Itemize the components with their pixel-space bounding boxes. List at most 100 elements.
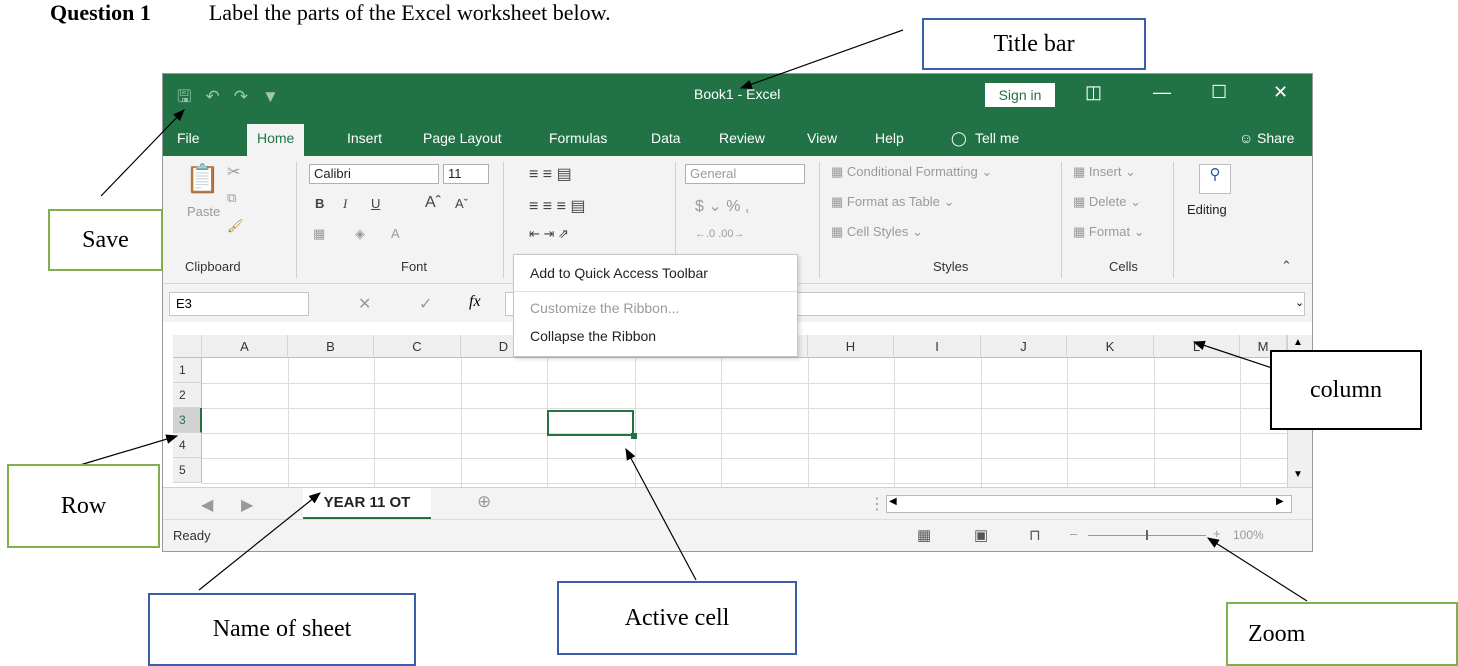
grid-line <box>1067 358 1068 487</box>
scroll-up-icon[interactable]: ▲ <box>1293 337 1303 348</box>
sheet-tab[interactable]: YEAR 11 OT <box>303 488 431 520</box>
page-layout-view-icon[interactable]: ▣ <box>974 526 988 544</box>
tab-page-layout[interactable]: Page Layout <box>423 130 502 146</box>
sign-in-button[interactable]: Sign in <box>985 83 1055 107</box>
horizontal-scrollbar[interactable] <box>886 495 1292 513</box>
tab-formulas[interactable]: Formulas <box>549 130 607 146</box>
menu-item-add-to-qat[interactable]: Add to Quick Access Toolbar <box>530 265 708 281</box>
insert-function-icon[interactable]: fx <box>469 293 481 311</box>
save-icon[interactable]: 🖫 <box>177 87 205 106</box>
indent-icon[interactable]: ⇤ ⇥ ⇗ <box>529 226 569 242</box>
currency-icon[interactable]: $ ⌄ % , <box>695 196 749 216</box>
cell-styles-button[interactable]: ▦ Cell Styles ⌄ <box>831 224 923 240</box>
prev-sheet-icon[interactable]: ◀ <box>201 495 213 515</box>
tab-insert[interactable]: Insert <box>347 130 382 146</box>
scroll-down-icon[interactable]: ▼ <box>1293 469 1303 480</box>
column-header-k[interactable]: K <box>1067 335 1154 358</box>
row-header-4[interactable]: 4 <box>173 433 202 458</box>
normal-view-icon[interactable]: ▦ <box>917 526 931 544</box>
collapse-ribbon-icon[interactable]: ⌃ <box>1281 258 1292 274</box>
column-header-l[interactable]: L <box>1154 335 1240 358</box>
maximize-icon[interactable]: ☐ <box>1211 82 1227 103</box>
column-header-i[interactable]: I <box>894 335 981 358</box>
fill-color-icon[interactable]: ◈ <box>355 226 365 242</box>
paste-icon[interactable]: 📋 <box>185 162 220 195</box>
row-header-3[interactable]: 3 <box>173 408 202 433</box>
undo-icon[interactable]: ↶ <box>205 87 233 106</box>
tab-file[interactable]: File <box>177 130 200 146</box>
italic-icon[interactable]: I <box>343 196 347 212</box>
copy-icon[interactable]: ⧉ <box>227 190 236 206</box>
cut-icon[interactable]: ✂ <box>227 162 240 182</box>
column-header-b[interactable]: B <box>288 335 374 358</box>
zoom-in-icon[interactable]: + <box>1213 526 1221 541</box>
row-header-2[interactable]: 2 <box>173 383 202 408</box>
number-format-select[interactable]: General <box>685 164 805 184</box>
ribbon-display-icon[interactable]: ◫ <box>1085 82 1102 103</box>
customize-qat-icon[interactable]: ▼ <box>262 87 293 106</box>
tab-home[interactable]: Home <box>247 124 305 156</box>
minimize-icon[interactable]: — <box>1153 82 1171 103</box>
menu-item-collapse-ribbon[interactable]: Collapse the Ribbon <box>530 328 656 344</box>
expand-formula-icon[interactable]: ⌄ <box>1295 296 1304 309</box>
column-header-c[interactable]: C <box>374 335 461 358</box>
scroll-left-icon[interactable]: ◀ <box>889 496 897 507</box>
tab-data[interactable]: Data <box>651 130 681 146</box>
paste-button[interactable]: Paste <box>187 204 220 219</box>
tab-tell-me[interactable]: Tell me <box>975 130 1019 146</box>
editing-button[interactable]: Editing <box>1187 202 1227 217</box>
conditional-formatting-button[interactable]: ▦ Conditional Formatting ⌄ <box>831 164 992 180</box>
column-header-h[interactable]: H <box>808 335 894 358</box>
split-handle-icon[interactable]: ⋮ <box>869 494 885 514</box>
decrease-font-icon[interactable]: Aˇ <box>455 196 468 211</box>
context-menu: Add to Quick Access Toolbar Customize th… <box>513 254 798 357</box>
format-painter-icon[interactable]: 🖌 <box>227 218 244 234</box>
redo-icon[interactable]: ↷ <box>234 87 262 106</box>
cancel-icon[interactable]: ✕ <box>358 294 371 314</box>
align-top-icon[interactable]: ≡ ≡ ▤ <box>529 164 572 184</box>
add-sheet-icon[interactable]: ⊕ <box>477 492 491 512</box>
zoom-level[interactable]: 100% <box>1233 528 1264 542</box>
status-bar: Ready ▦ ▣ ⊓ – + 100% <box>163 519 1312 551</box>
insert-cells-button[interactable]: ▦ Insert ⌄ <box>1073 164 1136 180</box>
scroll-right-icon[interactable]: ▶ <box>1276 496 1284 507</box>
delete-cells-button[interactable]: ▦ Delete ⌄ <box>1073 194 1141 210</box>
select-all-corner[interactable] <box>173 335 202 358</box>
column-header-a[interactable]: A <box>202 335 288 358</box>
close-icon[interactable]: ✕ <box>1273 82 1288 103</box>
bold-icon[interactable]: B <box>315 196 324 211</box>
conditional-formatting-icon: ▦ <box>831 164 844 179</box>
tab-help[interactable]: Help <box>875 130 904 146</box>
zoom-slider-thumb[interactable] <box>1146 530 1148 540</box>
format-as-table-button[interactable]: ▦ Format as Table ⌄ <box>831 194 954 210</box>
tab-review[interactable]: Review <box>719 130 765 146</box>
underline-icon[interactable]: U <box>371 196 380 211</box>
menu-item-customize-ribbon[interactable]: Customize the Ribbon... <box>530 300 679 316</box>
align-left-icon[interactable]: ≡ ≡ ≡ ▤ <box>529 196 585 216</box>
label-name-of-sheet: Name of sheet <box>148 593 416 666</box>
cell-styles-icon: ▦ <box>831 224 844 239</box>
search-icon[interactable]: ⚲ <box>1199 164 1231 194</box>
tab-view[interactable]: View <box>807 130 837 146</box>
decimal-icon[interactable]: ←.0 .00→ <box>695 228 745 240</box>
window-title: Book1 - Excel <box>694 86 781 102</box>
label-active-cell: Active cell <box>557 581 797 655</box>
active-cell-e3[interactable] <box>547 410 634 436</box>
font-size-select[interactable]: 11 <box>443 164 489 184</box>
format-cells-button[interactable]: ▦ Format ⌄ <box>1073 224 1145 240</box>
column-header-j[interactable]: J <box>981 335 1067 358</box>
borders-icon[interactable]: ▦ <box>313 226 325 242</box>
zoom-out-icon[interactable]: – <box>1070 526 1077 541</box>
next-sheet-icon[interactable]: ▶ <box>241 495 253 515</box>
font-name-select[interactable]: Calibri <box>309 164 439 184</box>
enter-icon[interactable]: ✓ <box>419 294 432 314</box>
clipboard-group-label: Clipboard <box>185 259 241 274</box>
share-button[interactable]: Share <box>1257 130 1294 146</box>
font-color-icon[interactable]: A <box>391 226 400 241</box>
fill-handle[interactable] <box>631 433 637 439</box>
name-box[interactable]: E3 <box>169 292 309 316</box>
row-header-1[interactable]: 1 <box>173 358 202 383</box>
increase-font-icon[interactable]: Aˆ <box>425 194 441 212</box>
row-header-5[interactable]: 5 <box>173 458 202 483</box>
page-break-view-icon[interactable]: ⊓ <box>1029 526 1041 544</box>
